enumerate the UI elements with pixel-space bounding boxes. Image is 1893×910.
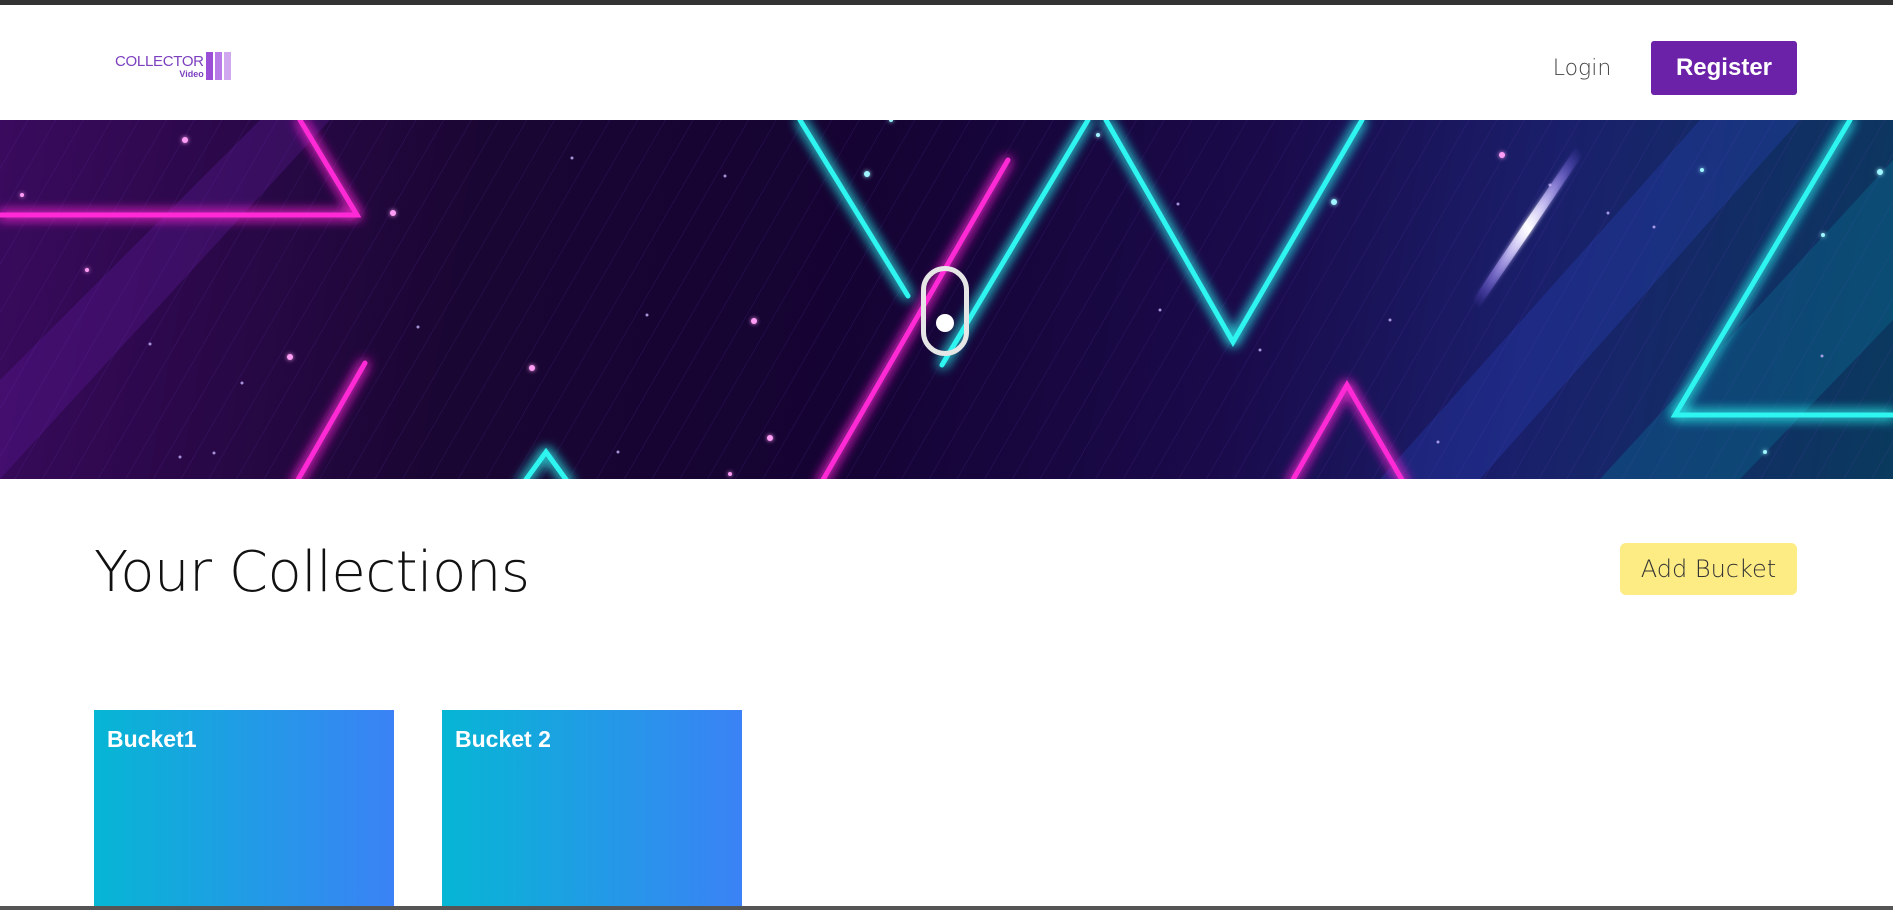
navbar: COLLECTOR Video Login Register bbox=[0, 5, 1893, 120]
login-link[interactable]: Login bbox=[1540, 51, 1624, 87]
add-bucket-button[interactable]: Add Bucket bbox=[1620, 543, 1797, 595]
logo-text: COLLECTOR Video bbox=[115, 54, 204, 79]
logo-main-text: COLLECTOR bbox=[115, 52, 204, 70]
collector-video-logo[interactable]: COLLECTOR Video bbox=[115, 50, 231, 82]
scroll-mouse-wheel-dot bbox=[936, 314, 954, 332]
logo-bars-icon bbox=[205, 52, 231, 80]
bucket-name: Bucket1 bbox=[107, 726, 197, 752]
page-title: Your Collections bbox=[94, 540, 530, 605]
logo-sub-text: Video bbox=[179, 68, 204, 79]
bucket-name: Bucket 2 bbox=[455, 726, 551, 752]
window-bottom-border bbox=[0, 906, 1893, 910]
scroll-mouse-outline[interactable] bbox=[921, 266, 969, 356]
bucket-card[interactable]: Bucket 2 bbox=[442, 710, 742, 906]
bucket-card[interactable]: Bucket1 bbox=[94, 710, 394, 906]
register-button[interactable]: Register bbox=[1651, 41, 1797, 95]
